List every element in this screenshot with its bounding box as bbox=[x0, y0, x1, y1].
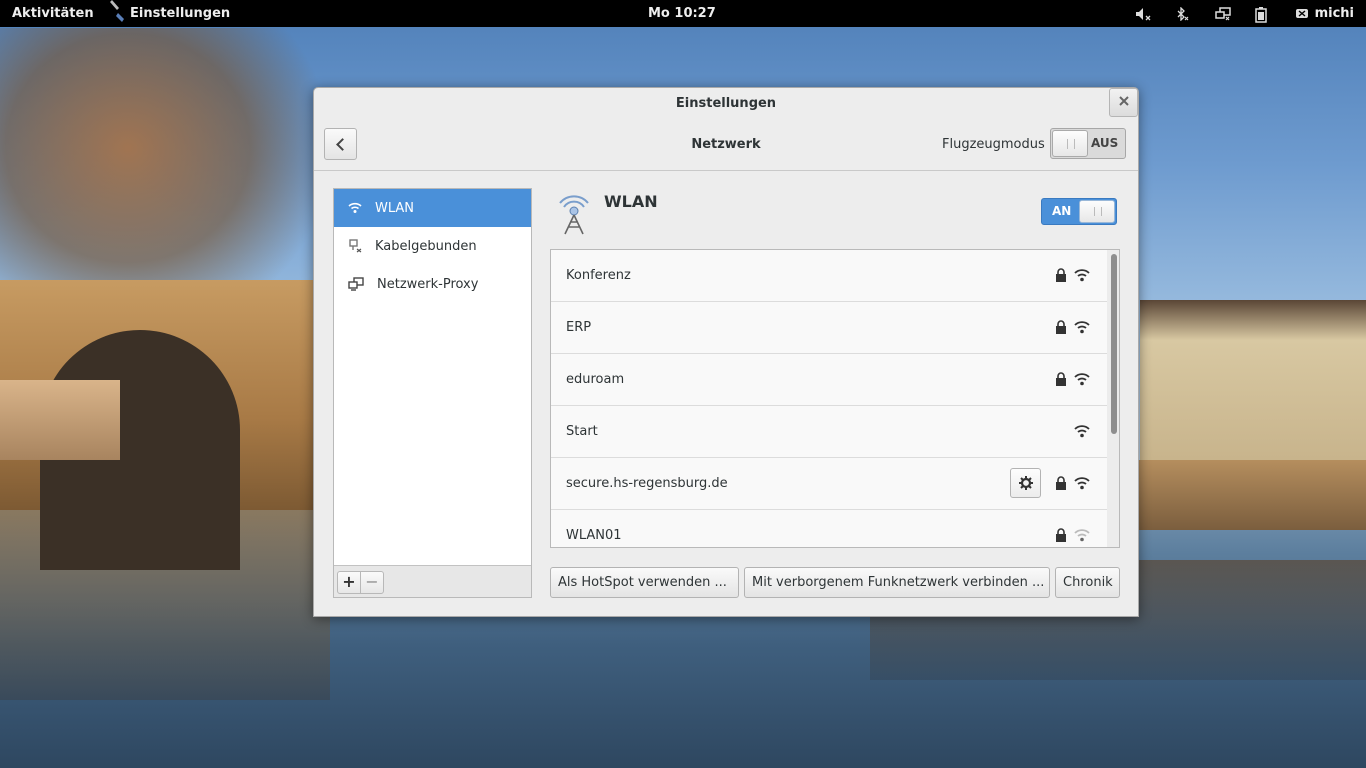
wlan-switch-knob[interactable] bbox=[1079, 200, 1115, 223]
network-name: ERP bbox=[566, 320, 592, 335]
wifi-signal-icon bbox=[1074, 424, 1090, 438]
network-row-konferenz[interactable]: Konferenz bbox=[551, 250, 1107, 302]
user-menu-button[interactable]: michi bbox=[1315, 6, 1354, 21]
lock-icon bbox=[1055, 476, 1067, 490]
window-header: Netzwerk Flugzeugmodus AUS bbox=[314, 119, 1138, 171]
network-name: WLAN01 bbox=[566, 528, 622, 543]
sidebar-item-label: Netzwerk-Proxy bbox=[377, 276, 479, 292]
network-row-start[interactable]: Start bbox=[551, 406, 1107, 458]
bluetooth-disabled-icon[interactable] bbox=[1175, 5, 1189, 22]
network-name: eduroam bbox=[566, 372, 625, 387]
airplane-mode-label: Flugzeugmodus bbox=[942, 137, 1045, 152]
add-connection-button[interactable]: + bbox=[337, 571, 361, 594]
wired-disconnected-icon bbox=[349, 239, 362, 253]
sidebar-item-wlan[interactable]: WLAN bbox=[334, 189, 531, 227]
wifi-signal-icon bbox=[1074, 268, 1090, 282]
airplane-switch-knob[interactable] bbox=[1052, 130, 1088, 157]
network-name: secure.hs-regensburg.de bbox=[566, 476, 728, 491]
sidebar-item-label: WLAN bbox=[375, 200, 415, 216]
lock-icon bbox=[1055, 268, 1067, 282]
wallpaper-shore bbox=[1130, 460, 1366, 530]
wifi-signal-weak-icon bbox=[1074, 528, 1090, 542]
wifi-signal-icon bbox=[1074, 476, 1090, 490]
wlan-title: WLAN bbox=[604, 192, 658, 211]
battery-icon[interactable] bbox=[1254, 6, 1269, 23]
network-name: Konferenz bbox=[566, 268, 631, 283]
remove-connection-button[interactable]: − bbox=[360, 571, 384, 594]
airplane-mode-switch[interactable]: AUS bbox=[1050, 128, 1126, 159]
wireless-antenna-icon bbox=[554, 193, 594, 235]
network-row-erp[interactable]: ERP bbox=[551, 302, 1107, 354]
gear-icon bbox=[1018, 476, 1033, 490]
network-icon[interactable] bbox=[1214, 6, 1231, 21]
activities-button[interactable]: Aktivitäten bbox=[12, 6, 94, 21]
wlan-switch-state: AN bbox=[1052, 204, 1072, 218]
network-sidebar: WLAN Kabelgebunden Netzwerk-Proxy + − bbox=[333, 188, 532, 598]
top-bar: Aktivitäten Einstellungen Mo 10:27 michi bbox=[0, 0, 1366, 27]
wlan-switch[interactable]: AN bbox=[1041, 198, 1117, 225]
window-title: Einstellungen bbox=[675, 96, 777, 111]
lock-icon bbox=[1055, 528, 1067, 542]
app-menu-icon bbox=[110, 0, 130, 27]
system-tray[interactable]: michi bbox=[1109, 0, 1354, 27]
lock-icon bbox=[1055, 372, 1067, 386]
sidebar-item-proxy[interactable]: Netzwerk-Proxy bbox=[334, 265, 531, 303]
volume-muted-icon[interactable] bbox=[1135, 7, 1151, 21]
airplane-switch-state: AUS bbox=[1091, 136, 1119, 150]
wallpaper-houses-right bbox=[1140, 300, 1366, 460]
network-row-eduroam[interactable]: eduroam bbox=[551, 354, 1107, 406]
user-icon[interactable] bbox=[1295, 7, 1309, 21]
close-icon bbox=[1118, 96, 1129, 106]
settings-window: Einstellungen Netzwerk Flugzeugmodus AUS… bbox=[313, 87, 1139, 617]
sidebar-item-label: Kabelgebunden bbox=[375, 238, 477, 254]
sidebar-toolbar: + − bbox=[334, 565, 531, 597]
lock-icon bbox=[1055, 320, 1067, 334]
wifi-signal-icon bbox=[1074, 372, 1090, 386]
history-button[interactable]: Chronik bbox=[1055, 567, 1120, 598]
network-row-secure-hs-regensburg[interactable]: secure.hs-regensburg.de bbox=[551, 458, 1107, 510]
wifi-icon bbox=[348, 202, 362, 213]
network-list-scrollbar-track[interactable] bbox=[1107, 250, 1119, 547]
network-row-wlan01[interactable]: WLAN01 bbox=[551, 510, 1107, 547]
proxy-icon bbox=[348, 277, 364, 291]
clock-button[interactable]: Mo 10:27 bbox=[648, 6, 716, 21]
network-list-scrollbar[interactable] bbox=[1111, 254, 1117, 434]
app-menu-button[interactable]: Einstellungen bbox=[130, 6, 230, 21]
connect-hidden-network-button[interactable]: Mit verborgenem Funknetzwerk verbinden .… bbox=[744, 567, 1050, 598]
use-as-hotspot-button[interactable]: Als HotSpot verwenden ... bbox=[550, 567, 739, 598]
wallpaper-houses-left bbox=[0, 380, 120, 460]
network-list: Konferenz ERP eduroam Start secure.hs-re… bbox=[550, 249, 1120, 548]
network-name: Start bbox=[566, 424, 598, 439]
network-settings-button[interactable] bbox=[1010, 468, 1041, 498]
sidebar-item-wired[interactable]: Kabelgebunden bbox=[334, 227, 531, 265]
close-button[interactable] bbox=[1109, 88, 1138, 117]
wifi-signal-icon bbox=[1074, 320, 1090, 334]
